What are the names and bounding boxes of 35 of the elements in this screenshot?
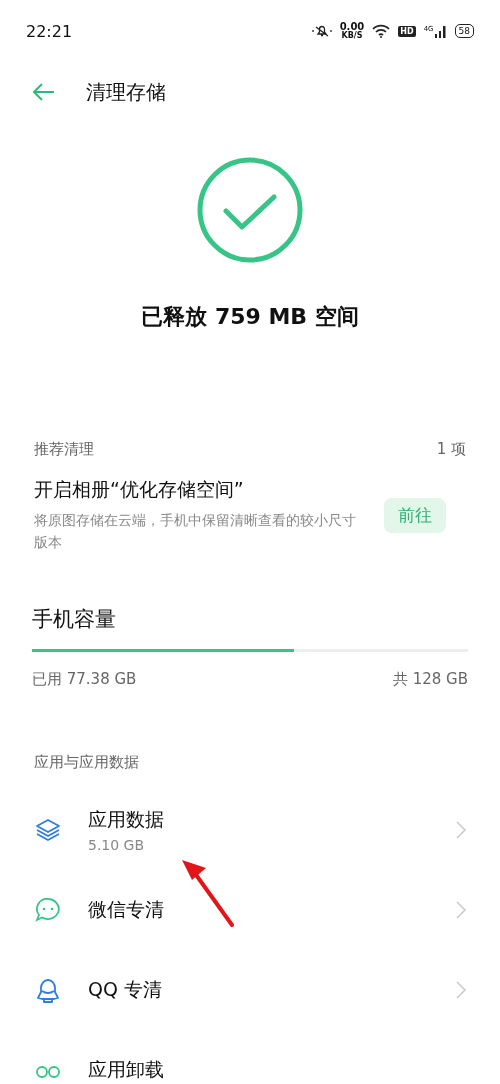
check-circle-icon xyxy=(196,156,304,264)
list-item[interactable]: 应用数据 5.10 GB xyxy=(34,790,466,870)
speed-unit: KB/S xyxy=(341,32,363,40)
total-storage: 共 128 GB xyxy=(392,670,468,689)
annotation-arrow xyxy=(180,858,236,928)
chevron-icon xyxy=(456,821,466,839)
status-time: 22:21 xyxy=(26,21,73,41)
item-title: 应用卸载 xyxy=(88,1057,165,1082)
page-title: 清理存储 xyxy=(86,78,166,106)
chevron-icon xyxy=(456,981,466,999)
used-storage: 已用 77.38 GB xyxy=(32,670,137,689)
list-item[interactable]: 应用卸载 xyxy=(34,1030,466,1084)
item-title: QQ 专清 xyxy=(88,977,163,1002)
section-heading: 推荐清理 xyxy=(34,440,94,459)
item-count: 1 项 xyxy=(436,440,466,459)
back-arrow-icon[interactable] xyxy=(32,82,56,102)
chat-bubble-icon xyxy=(34,896,62,924)
list-item[interactable]: 微信专清 xyxy=(34,870,466,950)
recommend-title: 开启相册“优化存储空间” xyxy=(34,477,245,502)
layers-icon xyxy=(34,816,62,844)
capacity-title: 手机容量 xyxy=(32,606,117,633)
wifi-icon xyxy=(372,24,391,38)
item-title: 应用数据 xyxy=(88,807,165,832)
signal-icon xyxy=(434,24,447,38)
chevron-icon xyxy=(456,901,466,919)
network-speed: 0.00 xyxy=(339,22,365,32)
muted-bell-icon xyxy=(311,24,332,38)
recommend-description: 将原图存储在云端，手机中保留清晰查看的较小尺寸版本 xyxy=(34,511,357,552)
section-heading: 应用与应用数据 xyxy=(34,753,140,772)
item-size: 5.10 GB xyxy=(88,837,146,853)
hd-badge: HD xyxy=(398,25,416,37)
freed-space-text: 已释放 759 MB 空间 xyxy=(141,303,359,331)
item-title: 微信专清 xyxy=(88,897,165,922)
list-item[interactable]: QQ 专清 xyxy=(34,950,466,1030)
battery-level: 58 xyxy=(454,24,474,38)
